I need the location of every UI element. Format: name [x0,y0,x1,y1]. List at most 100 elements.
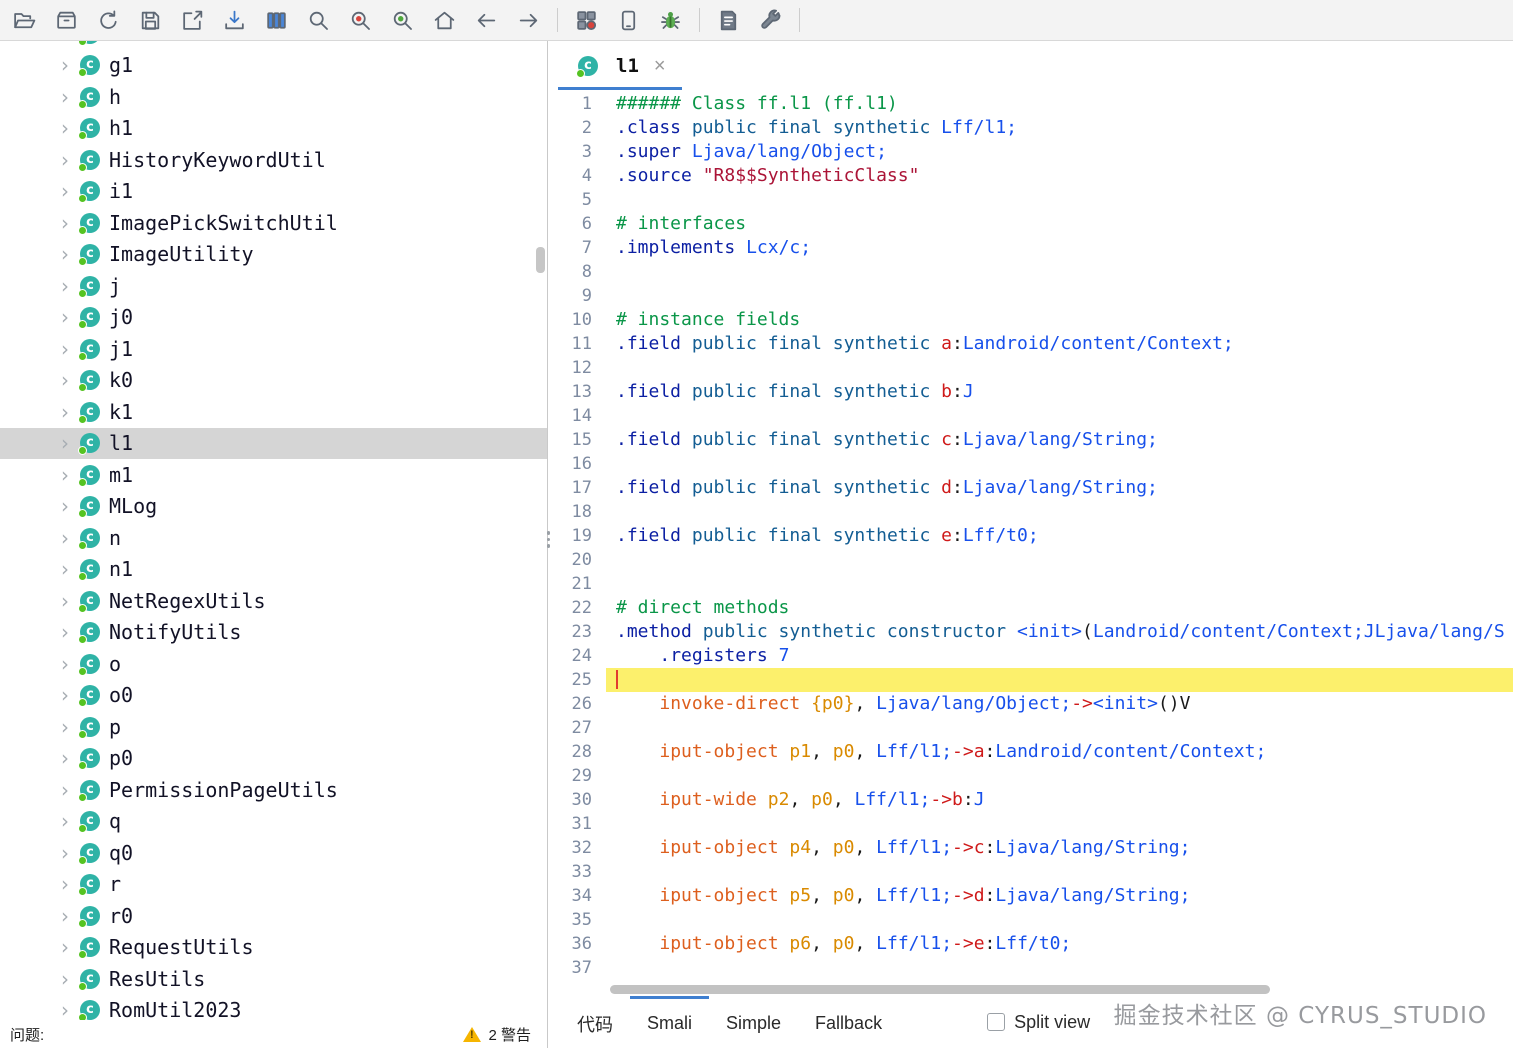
green-bug-icon[interactable] [652,4,689,36]
chevron-right-icon[interactable]: › [52,622,78,642]
chevron-right-icon[interactable]: › [52,811,78,831]
chevron-right-icon[interactable]: › [52,559,78,579]
editor-hscrollbar[interactable] [548,983,1513,996]
chevron-right-icon[interactable]: › [52,55,78,75]
archive-box-icon[interactable] [48,4,85,36]
view-tab-fallback[interactable]: Fallback [798,996,899,1048]
reload-icon[interactable] [90,4,127,36]
code-token: b [941,381,952,402]
chevron-right-icon[interactable]: › [52,339,78,359]
chevron-right-icon[interactable]: › [52,41,78,44]
blue-columns-icon[interactable] [258,4,295,36]
grid-red-icon[interactable] [568,4,605,36]
save-icon[interactable] [132,4,169,36]
chevron-right-icon[interactable]: › [52,87,78,107]
tree-item-HistoryKeywordUtil[interactable]: ›cHistoryKeywordUtil [0,144,547,176]
tree-item-g1[interactable]: ›cg1 [0,50,547,82]
chevron-right-icon[interactable]: › [52,937,78,957]
tree-item-j0[interactable]: ›cj0 [0,302,547,334]
tree-item-n1[interactable]: ›cn1 [0,554,547,586]
split-view-control[interactable]: Split view [987,996,1090,1048]
tree-item-l1[interactable]: ›cl1 [0,428,547,460]
chevron-right-icon[interactable]: › [52,150,78,170]
chevron-right-icon[interactable]: › [52,213,78,233]
tree-item-q[interactable]: ›cq [0,806,547,838]
tree-item-m1[interactable]: ›cm1 [0,459,547,491]
wrench-icon[interactable] [752,4,789,36]
tree-item-h[interactable]: ›ch [0,81,547,113]
tree-item-ImagePickSwitchUtil[interactable]: ›cImagePickSwitchUtil [0,207,547,239]
chevron-right-icon[interactable]: › [52,685,78,705]
chevron-right-icon[interactable]: › [52,780,78,800]
document-icon[interactable] [710,4,747,36]
export-icon[interactable] [174,4,211,36]
blue-device-icon[interactable] [610,4,647,36]
class-tree[interactable]: ›c›cg1›ch›ch1›cHistoryKeywordUtil›ci1›cI… [0,41,547,1020]
chevron-right-icon[interactable]: › [52,402,78,422]
chevron-right-icon[interactable]: › [52,1000,78,1020]
chevron-right-icon[interactable]: › [52,496,78,516]
arrow-left-icon[interactable] [468,4,505,36]
arrow-right-icon[interactable] [510,4,547,36]
view-tab-smali[interactable]: Smali [630,996,709,1048]
tree-item-i1[interactable]: ›ci1 [0,176,547,208]
splitter-handle[interactable] [544,531,553,548]
home-icon[interactable] [426,4,463,36]
smali-code-editor[interactable]: 1###### Class ff.l1 (ff.l1)2.class publi… [548,90,1513,983]
tree-item-ResUtils[interactable]: ›cResUtils [0,963,547,995]
view-tab-code[interactable]: 代码 [560,996,630,1048]
tree-item-clipped[interactable]: ›c [0,41,547,50]
chevron-right-icon[interactable]: › [52,748,78,768]
chevron-right-icon[interactable]: › [52,181,78,201]
split-view-checkbox[interactable] [987,1013,1005,1031]
editor-tab-l1[interactable]: c l1 × [558,41,682,90]
chevron-right-icon[interactable]: › [52,465,78,485]
chevron-right-icon[interactable]: › [52,433,78,453]
tree-item-p[interactable]: ›cp [0,711,547,743]
magnifier-green-icon[interactable] [384,4,421,36]
chevron-right-icon[interactable]: › [52,906,78,926]
import-icon[interactable] [216,4,253,36]
tree-item-r[interactable]: ›cr [0,869,547,901]
tree-item-h1[interactable]: ›ch1 [0,113,547,145]
tree-scrollbar-thumb[interactable] [536,247,545,273]
tree-item-r0[interactable]: ›cr0 [0,900,547,932]
tab-close-icon[interactable]: × [654,56,666,76]
chevron-right-icon[interactable]: › [52,370,78,390]
chevron-right-icon[interactable]: › [52,843,78,863]
chevron-right-icon[interactable]: › [52,276,78,296]
code-token: : [952,381,963,402]
view-tab-simple[interactable]: Simple [709,996,798,1048]
chevron-right-icon[interactable]: › [52,654,78,674]
line-number: 3 [548,140,606,164]
tree-item-RomUtil2023[interactable]: ›cRomUtil2023 [0,995,547,1021]
tree-item-o[interactable]: ›co [0,648,547,680]
tree-item-q0[interactable]: ›cq0 [0,837,547,869]
tree-item-k1[interactable]: ›ck1 [0,396,547,428]
tree-item-j1[interactable]: ›cj1 [0,333,547,365]
chevron-right-icon[interactable]: › [52,717,78,737]
chevron-right-icon[interactable]: › [52,874,78,894]
tree-item-PermissionPageUtils[interactable]: ›cPermissionPageUtils [0,774,547,806]
warnings-summary[interactable]: 2 警告 [463,1024,531,1045]
chevron-right-icon[interactable]: › [52,244,78,264]
chevron-right-icon[interactable]: › [52,307,78,327]
tree-item-n[interactable]: ›cn [0,522,547,554]
tree-item-MLog[interactable]: ›cMLog [0,491,547,523]
tree-item-p0[interactable]: ›cp0 [0,743,547,775]
tree-item-RequestUtils[interactable]: ›cRequestUtils [0,932,547,964]
magnifier-icon[interactable] [300,4,337,36]
tree-item-ImageUtility[interactable]: ›cImageUtility [0,239,547,271]
tree-item-o0[interactable]: ›co0 [0,680,547,712]
editor-hscrollbar-thumb[interactable] [610,985,1270,994]
chevron-right-icon[interactable]: › [52,528,78,548]
tree-item-NotifyUtils[interactable]: ›cNotifyUtils [0,617,547,649]
tree-item-NetRegexUtils[interactable]: ›cNetRegexUtils [0,585,547,617]
chevron-right-icon[interactable]: › [52,591,78,611]
chevron-right-icon[interactable]: › [52,969,78,989]
chevron-right-icon[interactable]: › [52,118,78,138]
tree-item-j[interactable]: ›cj [0,270,547,302]
folder-open-icon[interactable] [6,4,43,36]
magnifier-red-icon[interactable] [342,4,379,36]
tree-item-k0[interactable]: ›ck0 [0,365,547,397]
